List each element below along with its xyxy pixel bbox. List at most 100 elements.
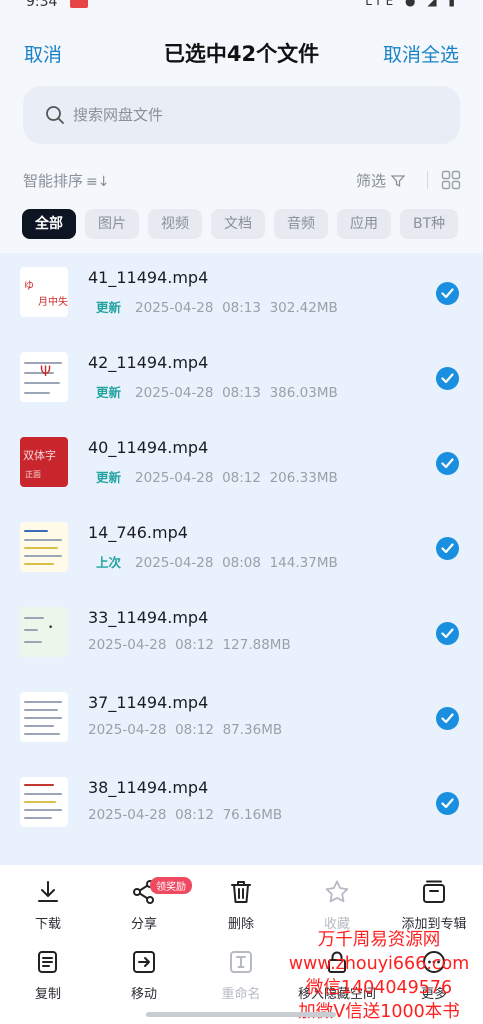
file-row[interactable]: 38_11494.mp4 2025-04-28 08:12 76.16MB	[0, 763, 483, 848]
file-time: 08:12	[175, 807, 214, 823]
file-meta: 上次 2025-04-28 08:08 144.37MB	[88, 552, 338, 571]
watermark-line: www.zhouyi666.com	[288, 954, 470, 974]
sort-button[interactable]: 智能排序 ≡↓	[23, 170, 109, 191]
file-size: 386.03MB	[269, 385, 338, 401]
tab-audio[interactable]: 音频	[274, 209, 328, 239]
file-time: 08:12	[175, 722, 214, 738]
file-size: 302.42MB	[269, 300, 338, 316]
star-icon	[325, 880, 349, 903]
file-date: 2025-04-28	[135, 385, 214, 401]
favorite-button[interactable]: 收藏	[290, 879, 384, 932]
video-thumbnail: 双体字 正面	[20, 437, 68, 487]
status-badge: 上次	[96, 555, 122, 570]
watermark-overlay: 万千周易资源网 www.zhouyi666.com 微信1404049576 加…	[276, 928, 482, 1024]
file-row[interactable]: • 33_11494.mp4 2025-04-28 08:12 127.88MB	[0, 593, 483, 678]
move-icon	[133, 951, 155, 973]
file-time: 08:12	[222, 470, 261, 486]
delete-label: 删除	[227, 917, 254, 932]
tab-bt[interactable]: BT种	[400, 209, 459, 239]
rename-icon	[230, 951, 252, 973]
checked-icon[interactable]	[436, 622, 459, 645]
filter-button[interactable]: 筛选	[356, 170, 406, 191]
tab-videos[interactable]: 视频	[148, 209, 202, 239]
rename-label: 重命名	[221, 987, 261, 1002]
video-thumbnail	[20, 522, 68, 572]
file-row[interactable]: 双体字 正面 40_11494.mp4 更新 2025-04-28 08:12 20…	[0, 423, 483, 508]
rename-button[interactable]: 重命名	[194, 949, 288, 1002]
move-label: 移动	[130, 987, 157, 1002]
file-date: 2025-04-28	[88, 807, 167, 823]
checked-icon[interactable]	[436, 367, 459, 390]
file-meta: 2025-04-28 08:12 87.36MB	[88, 722, 282, 738]
search-input[interactable]	[73, 102, 433, 128]
file-size: 144.37MB	[269, 555, 338, 571]
search-icon	[46, 106, 64, 124]
file-meta: 2025-04-28 08:12 76.16MB	[88, 807, 282, 823]
add-to-album-button[interactable]: 添加到专辑	[387, 879, 481, 932]
file-row[interactable]: 14_746.mp4 上次 2025-04-28 08:08 144.37MB	[0, 508, 483, 593]
search-bar[interactable]	[23, 86, 460, 144]
delete-button[interactable]: 删除	[194, 879, 288, 932]
filter-label: 筛选	[356, 172, 387, 190]
file-name: 42_11494.mp4	[88, 353, 209, 372]
sort-filter-bar: 智能排序 ≡↓ 筛选	[0, 168, 483, 194]
download-icon	[38, 881, 58, 902]
checked-icon[interactable]	[436, 452, 459, 475]
copy-button[interactable]: 复制	[1, 949, 95, 1002]
file-meta: 更新 2025-04-28 08:13 302.42MB	[88, 297, 338, 316]
watermark-line: 万千周易资源网	[317, 930, 441, 950]
file-size: 206.33MB	[269, 470, 338, 486]
video-thumbnail: Ψ	[20, 352, 68, 402]
status-badge: 更新	[96, 385, 122, 400]
status-bar: 9:34 LTE ● ◢ ▮	[0, 0, 483, 14]
file-name: 14_746.mp4	[88, 523, 188, 542]
file-name: 41_11494.mp4	[88, 268, 209, 287]
file-name: 38_11494.mp4	[88, 778, 209, 797]
toolbar-divider	[427, 171, 428, 189]
file-row[interactable]: 37_11494.mp4 2025-04-28 08:12 87.36MB	[0, 678, 483, 763]
checked-icon[interactable]	[436, 537, 459, 560]
tab-images[interactable]: 图片	[85, 209, 139, 239]
file-size: 76.16MB	[222, 807, 283, 823]
file-name: 40_11494.mp4	[88, 438, 209, 457]
trash-icon	[231, 881, 251, 903]
video-thumbnail: •	[20, 607, 68, 657]
video-thumbnail: ゆ月中失	[20, 267, 68, 317]
status-badge: 更新	[96, 300, 122, 315]
status-badge: 更新	[96, 470, 122, 485]
share-label: 分享	[130, 917, 157, 932]
tab-documents[interactable]: 文档	[211, 209, 265, 239]
file-time: 08:08	[222, 555, 261, 571]
category-tabs: 全部 图片 视频 文档 音频 应用 BT种	[22, 209, 483, 241]
checked-icon[interactable]	[436, 282, 459, 305]
checked-icon[interactable]	[436, 792, 459, 815]
video-thumbnail	[20, 777, 68, 827]
file-size: 127.88MB	[222, 637, 291, 653]
file-row[interactable]: Ψ 42_11494.mp4 更新 2025-04-28 08:13 386.03…	[0, 338, 483, 423]
copy-label: 复制	[34, 987, 61, 1002]
file-name: 37_11494.mp4	[88, 693, 209, 712]
move-button[interactable]: 移动	[97, 949, 191, 1002]
file-date: 2025-04-28	[88, 637, 167, 653]
copy-icon	[38, 951, 57, 973]
album-icon	[423, 880, 445, 903]
file-date: 2025-04-28	[88, 722, 167, 738]
file-time: 08:13	[222, 385, 261, 401]
status-time: 9:34	[26, 0, 58, 10]
watermark-line: 微信1404049576	[305, 978, 453, 998]
download-label: 下载	[34, 917, 61, 932]
file-meta: 更新 2025-04-28 08:13 386.03MB	[88, 382, 338, 401]
home-indicator[interactable]	[146, 1012, 336, 1017]
tab-apps[interactable]: 应用	[337, 209, 391, 239]
reward-badge: 领奖励	[150, 877, 192, 894]
selection-header: 取消 已选中42个文件 取消全选	[0, 24, 483, 80]
deselect-all-button[interactable]: 取消全选	[383, 40, 459, 67]
grid-view-icon[interactable]	[441, 170, 461, 190]
file-row[interactable]: ゆ月中失 41_11494.mp4 更新 2025-04-28 08:13 302…	[0, 253, 483, 338]
video-thumbnail	[20, 692, 68, 742]
file-name: 33_11494.mp4	[88, 608, 209, 627]
file-list: ゆ月中失 41_11494.mp4 更新 2025-04-28 08:13 302…	[0, 253, 483, 865]
download-button[interactable]: 下载	[1, 879, 95, 932]
tab-all[interactable]: 全部	[22, 209, 76, 239]
checked-icon[interactable]	[436, 707, 459, 730]
